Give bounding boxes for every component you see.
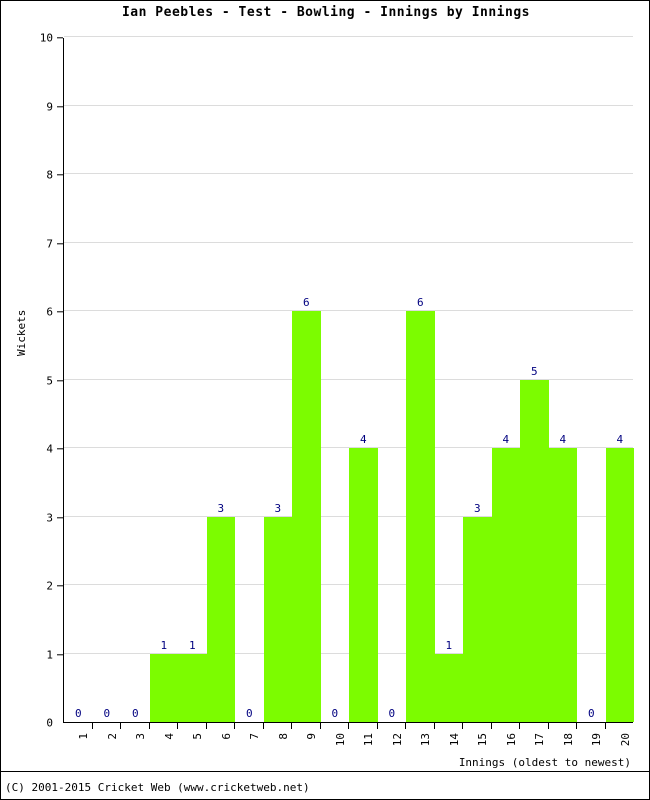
- x-tick-mark: [262, 723, 264, 729]
- y-tick-label: 7: [46, 237, 53, 250]
- x-tick-mark: [547, 723, 549, 729]
- x-tick-label: 4: [162, 733, 176, 740]
- y-tick-label: 4: [46, 442, 53, 456]
- y-tick-label: 0: [46, 716, 53, 730]
- x-tick-mark: [319, 723, 321, 729]
- bar[interactable]: [605, 448, 634, 722]
- x-axis-title: Innings (oldest to newest): [458, 756, 631, 769]
- y-tick-label: 9: [46, 100, 53, 113]
- x-tick-label: 20: [618, 733, 632, 747]
- bar-value-label: 5: [530, 364, 538, 378]
- x-tick-label: 12: [390, 733, 404, 747]
- bar[interactable]: [178, 653, 207, 722]
- y-tick-label: 2: [46, 579, 53, 593]
- y-tick-label: 6: [46, 305, 53, 319]
- bar-series: 0 0 0 1 1 3 0 3 6 0 4 0 6 1 3 4 5 4 0 4: [64, 38, 634, 722]
- bar[interactable]: [206, 516, 235, 722]
- bar-value-label: 0: [103, 707, 111, 720]
- x-tick-label: 19: [590, 733, 604, 747]
- bar[interactable]: [491, 448, 520, 722]
- bar-value-label: 0: [245, 707, 253, 720]
- gridline: [64, 36, 633, 37]
- x-tick-label: 3: [134, 733, 148, 740]
- x-tick-mark: [405, 723, 407, 729]
- y-tick-label: 1: [46, 648, 53, 661]
- bar-value-label: 6: [416, 296, 424, 309]
- y-axis-title: Wickets: [15, 309, 28, 356]
- x-tick-label: 11: [362, 733, 376, 747]
- x-tick-mark: [348, 723, 350, 729]
- x-tick-label: 10: [333, 733, 347, 747]
- x-tick-label: 2: [105, 733, 119, 740]
- x-tick-mark: [234, 723, 236, 729]
- x-tick-label: 1: [77, 733, 91, 740]
- bar-value-label: 1: [160, 638, 168, 652]
- bar-value-label: 1: [188, 638, 196, 652]
- x-tick-label: 8: [276, 733, 290, 740]
- x-tick-label: 13: [419, 733, 433, 747]
- bar-value-label: 0: [131, 707, 139, 720]
- bar[interactable]: [406, 311, 435, 722]
- x-tick-mark: [177, 723, 179, 729]
- bar-value-label: 0: [388, 707, 396, 720]
- bar-value-label: 6: [302, 296, 310, 309]
- x-tick-mark: [433, 723, 435, 729]
- bar-value-label: 3: [473, 501, 481, 515]
- x-tick-label: 15: [476, 733, 490, 747]
- y-tick-label: 10: [39, 31, 53, 45]
- x-tick-label: 16: [504, 733, 518, 747]
- bar[interactable]: [349, 448, 378, 722]
- bar[interactable]: [292, 311, 321, 722]
- x-tick-label: 7: [248, 733, 262, 740]
- bar-value-label: 0: [331, 707, 339, 720]
- bar-value-label: 1: [445, 638, 453, 652]
- x-tick-mark: [462, 723, 464, 729]
- bar-value-label: 0: [587, 707, 595, 720]
- x-tick-label: 6: [219, 733, 233, 740]
- bar[interactable]: [520, 379, 549, 722]
- x-tick-label: 17: [533, 733, 547, 747]
- bar-value-label: 4: [502, 433, 510, 446]
- x-tick-label: 14: [447, 733, 461, 747]
- bar-value-label: 3: [217, 501, 225, 515]
- y-tick-label: 3: [46, 511, 53, 524]
- copyright-notice: (C) 2001-2015 Cricket Web (www.cricketwe…: [5, 781, 310, 794]
- bar-value-label: 4: [559, 433, 567, 446]
- bar[interactable]: [149, 653, 178, 722]
- x-tick-mark: [205, 723, 207, 729]
- x-tick-mark: [376, 723, 378, 729]
- plot-area: 0 0 0 1 1 3 0 3 6 0 4 0 6 1 3 4 5 4 0 4: [63, 36, 634, 723]
- x-tick-label: 5: [191, 733, 205, 740]
- x-tick-mark: [120, 723, 122, 729]
- x-tick-label: 18: [561, 733, 575, 747]
- bar-value-label: 3: [274, 501, 282, 515]
- x-tick-mark: [490, 723, 492, 729]
- footer-divider: [1, 771, 649, 772]
- bar-value-label: 0: [74, 707, 82, 720]
- y-tick-label: 8: [46, 168, 53, 182]
- bar-value-label: 4: [359, 433, 367, 446]
- page-title: Ian Peebles - Test - Bowling - Innings b…: [121, 5, 530, 20]
- bar[interactable]: [548, 448, 577, 722]
- bar[interactable]: [434, 653, 463, 722]
- x-tick-mark: [291, 723, 293, 729]
- x-tick-mark: [604, 723, 606, 729]
- x-tick-mark: [519, 723, 521, 729]
- y-axis: 0 1 2 3 4 5 6 7 8 9 10: [1, 32, 63, 730]
- x-tick-mark: [576, 723, 578, 729]
- y-tick-label: 5: [46, 374, 53, 387]
- bar-value-label: 4: [616, 433, 624, 446]
- chart-page: Ian Peebles - Test - Bowling - Innings b…: [0, 0, 650, 800]
- bar[interactable]: [263, 516, 292, 722]
- x-tick-mark: [148, 723, 150, 729]
- bar[interactable]: [463, 516, 492, 722]
- x-tick-label: 9: [305, 733, 319, 740]
- x-tick-mark: [91, 723, 93, 729]
